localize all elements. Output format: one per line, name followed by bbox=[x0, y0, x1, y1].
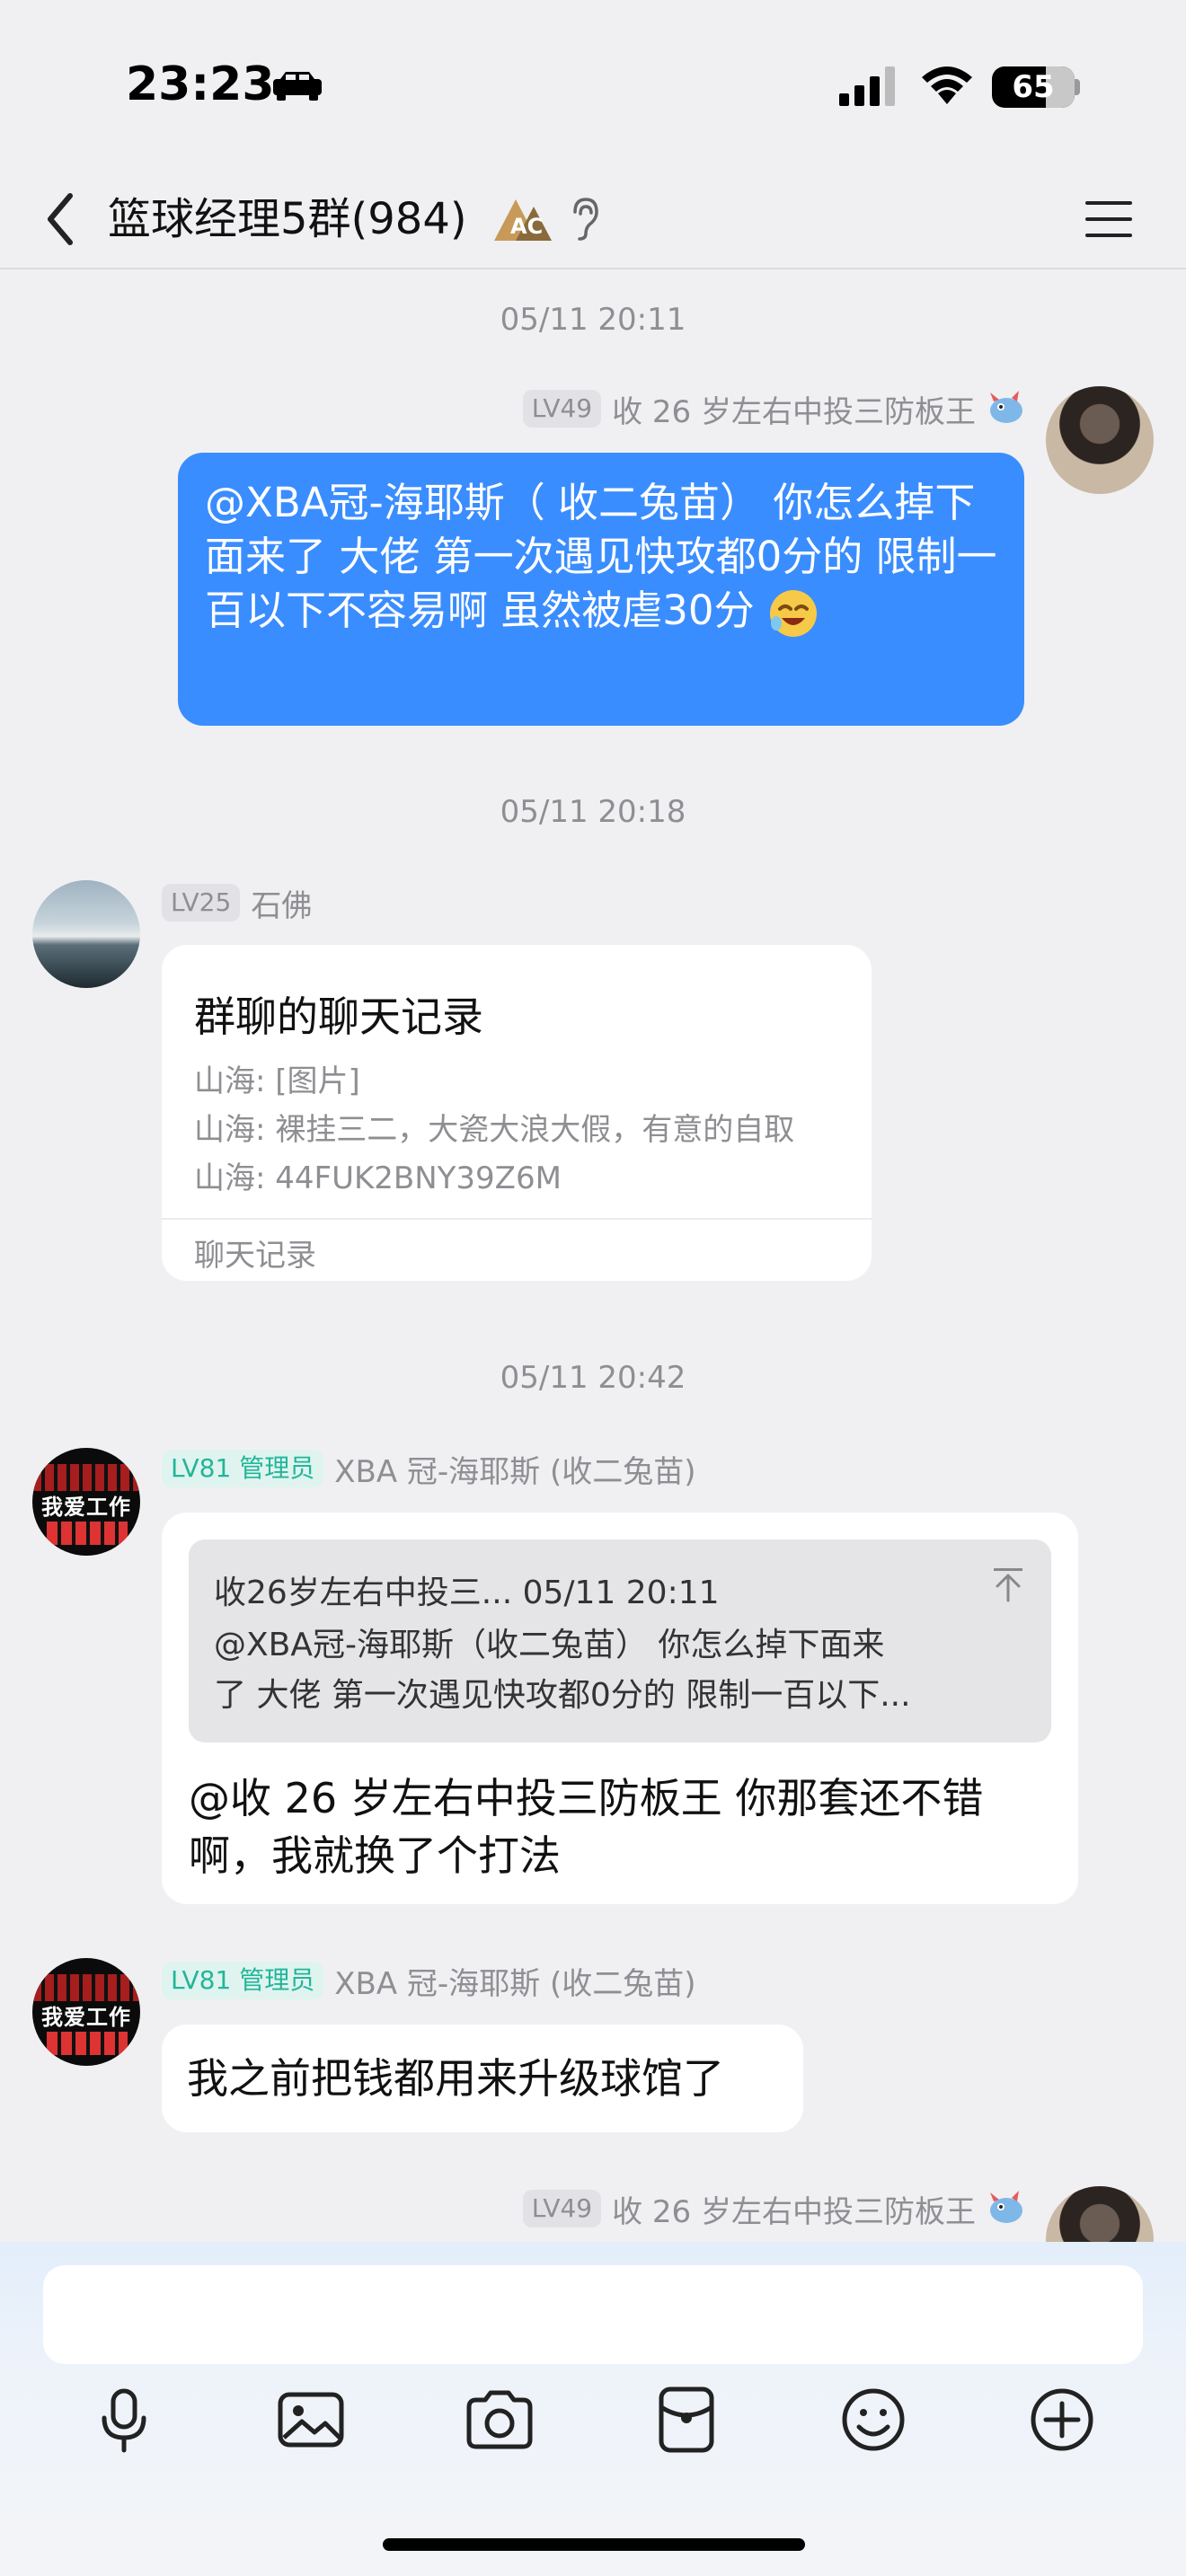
message-text: 我之前把钱都用来升级球馆了 bbox=[187, 2054, 724, 2103]
record-footer: 聊天记录 bbox=[194, 1238, 316, 1274]
sender-row: LV49 收 26 岁左右中投三防板王 bbox=[522, 2186, 1026, 2231]
level-badge: LV25 bbox=[162, 884, 241, 922]
message-text: @XBA冠-海耶斯（ 收二兔苗） 你怎么掉下面来了 大佬 第一次遇见快攻都0分的… bbox=[205, 479, 997, 634]
sender-name[interactable]: XBA 冠-海耶斯 (收二兔苗) bbox=[334, 1447, 695, 1491]
battery-icon: 65 bbox=[992, 66, 1075, 108]
message-input[interactable] bbox=[43, 2265, 1143, 2364]
avatar[interactable]: 我爱工作 bbox=[32, 1448, 140, 1556]
reply-bubble[interactable]: 收26岁左右中投三... 05/11 20:11 @XBA冠-海耶斯（收二兔苗）… bbox=[162, 1513, 1078, 1904]
wifi-icon bbox=[922, 66, 972, 104]
jump-to-top-icon[interactable] bbox=[992, 1566, 1024, 1602]
avatar[interactable]: 我爱工作 bbox=[32, 1958, 140, 2066]
message-text: @收 26 岁左右中投三防板王 你那套还不错啊，我就换了个打法 bbox=[189, 1774, 984, 1880]
image-icon[interactable] bbox=[275, 2384, 347, 2456]
record-line: 山海: 44FUK2BNY39Z6M bbox=[194, 1160, 562, 1196]
sender-name[interactable]: 收 26 岁左右中投三防板王 bbox=[612, 387, 976, 431]
record-line: 山海: [图片] bbox=[194, 1063, 360, 1099]
status-bar: 23:23 65 bbox=[0, 0, 1186, 171]
sender-name[interactable]: 收 26 岁左右中投三防板王 bbox=[612, 2187, 976, 2231]
message-timestamp: 05/11 20:18 bbox=[500, 794, 686, 830]
avatar[interactable] bbox=[32, 880, 140, 988]
plus-icon[interactable] bbox=[1026, 2384, 1098, 2456]
message-bubble[interactable]: 我之前把钱都用来升级球馆了 bbox=[162, 2025, 803, 2132]
message-bubble[interactable]: @XBA冠-海耶斯（ 收二兔苗） 你怎么掉下面来了 大佬 第一次遇见快攻都0分的… bbox=[178, 453, 1024, 726]
status-time: 23:23 bbox=[126, 57, 275, 111]
admin-badge: LV81 管理员 bbox=[162, 1450, 324, 1487]
sender-row: LV49 收 26 岁左右中投三防板王 bbox=[522, 386, 1026, 431]
microphone-icon[interactable] bbox=[88, 2384, 160, 2456]
home-indicator bbox=[383, 2538, 805, 2551]
red-packet-icon[interactable] bbox=[651, 2384, 722, 2456]
sender-row: LV81 管理员 XBA 冠-海耶斯 (收二兔苗) bbox=[162, 1958, 696, 2003]
admin-badge: LV81 管理员 bbox=[162, 1962, 324, 1999]
group-title[interactable]: 篮球经理5群(984) bbox=[108, 189, 467, 250]
input-bar bbox=[0, 2242, 1186, 2576]
menu-icon[interactable] bbox=[1084, 198, 1134, 241]
quoted-message[interactable]: 收26岁左右中投三... 05/11 20:11 @XBA冠-海耶斯（收二兔苗）… bbox=[189, 1539, 1051, 1742]
quote-line: 了 大佬 第一次遇见快攻都0分的 限制一百以下... bbox=[214, 1677, 911, 1714]
camera-icon[interactable] bbox=[464, 2384, 535, 2456]
group-level-badge-icon: AC bbox=[494, 199, 552, 241]
laughing-emoji-icon bbox=[769, 590, 817, 637]
signal-icon bbox=[839, 66, 895, 106]
battery-level: 65 bbox=[1012, 69, 1055, 105]
message-timestamp: 05/11 20:42 bbox=[500, 1360, 686, 1396]
back-icon[interactable] bbox=[36, 183, 90, 255]
record-divider bbox=[162, 1218, 872, 1220]
sender-name[interactable]: 石佛 bbox=[251, 881, 312, 925]
avatar[interactable] bbox=[1046, 386, 1154, 494]
sender-name[interactable]: XBA 冠-海耶斯 (收二兔苗) bbox=[334, 1959, 695, 2003]
message-timestamp: 05/11 20:11 bbox=[500, 302, 686, 338]
sender-row: LV81 管理员 XBA 冠-海耶斯 (收二兔苗) bbox=[162, 1446, 696, 1491]
record-title: 群聊的聊天记录 bbox=[194, 992, 483, 1041]
car-icon bbox=[273, 72, 322, 101]
level-badge: LV49 bbox=[522, 2190, 602, 2228]
chat-header: 篮球经理5群(984) AC bbox=[0, 171, 1186, 269]
chat-record-card[interactable]: 群聊的聊天记录 山海: [图片] 山海: 裸挂三二，大瓷大浪大假，有意的自取 山… bbox=[162, 945, 872, 1281]
emoji-icon[interactable] bbox=[837, 2384, 909, 2456]
quote-header: 收26岁左右中投三... 05/11 20:11 bbox=[214, 1575, 720, 1611]
sender-row: LV25 石佛 bbox=[162, 880, 312, 925]
level-badge: LV49 bbox=[522, 390, 602, 428]
badge-text: AC bbox=[510, 214, 543, 239]
quote-line: @XBA冠-海耶斯（收二兔苗） 你怎么掉下面来 bbox=[214, 1627, 885, 1663]
avatar-text: 我爱工作 bbox=[41, 1495, 131, 1520]
dragon-icon bbox=[990, 2191, 1022, 2223]
record-line: 山海: 裸挂三二，大瓷大浪大假，有意的自取 bbox=[194, 1112, 795, 1148]
avatar-text: 我爱工作 bbox=[41, 2005, 131, 2030]
ear-icon[interactable] bbox=[568, 196, 600, 241]
dragon-icon bbox=[990, 391, 1022, 423]
